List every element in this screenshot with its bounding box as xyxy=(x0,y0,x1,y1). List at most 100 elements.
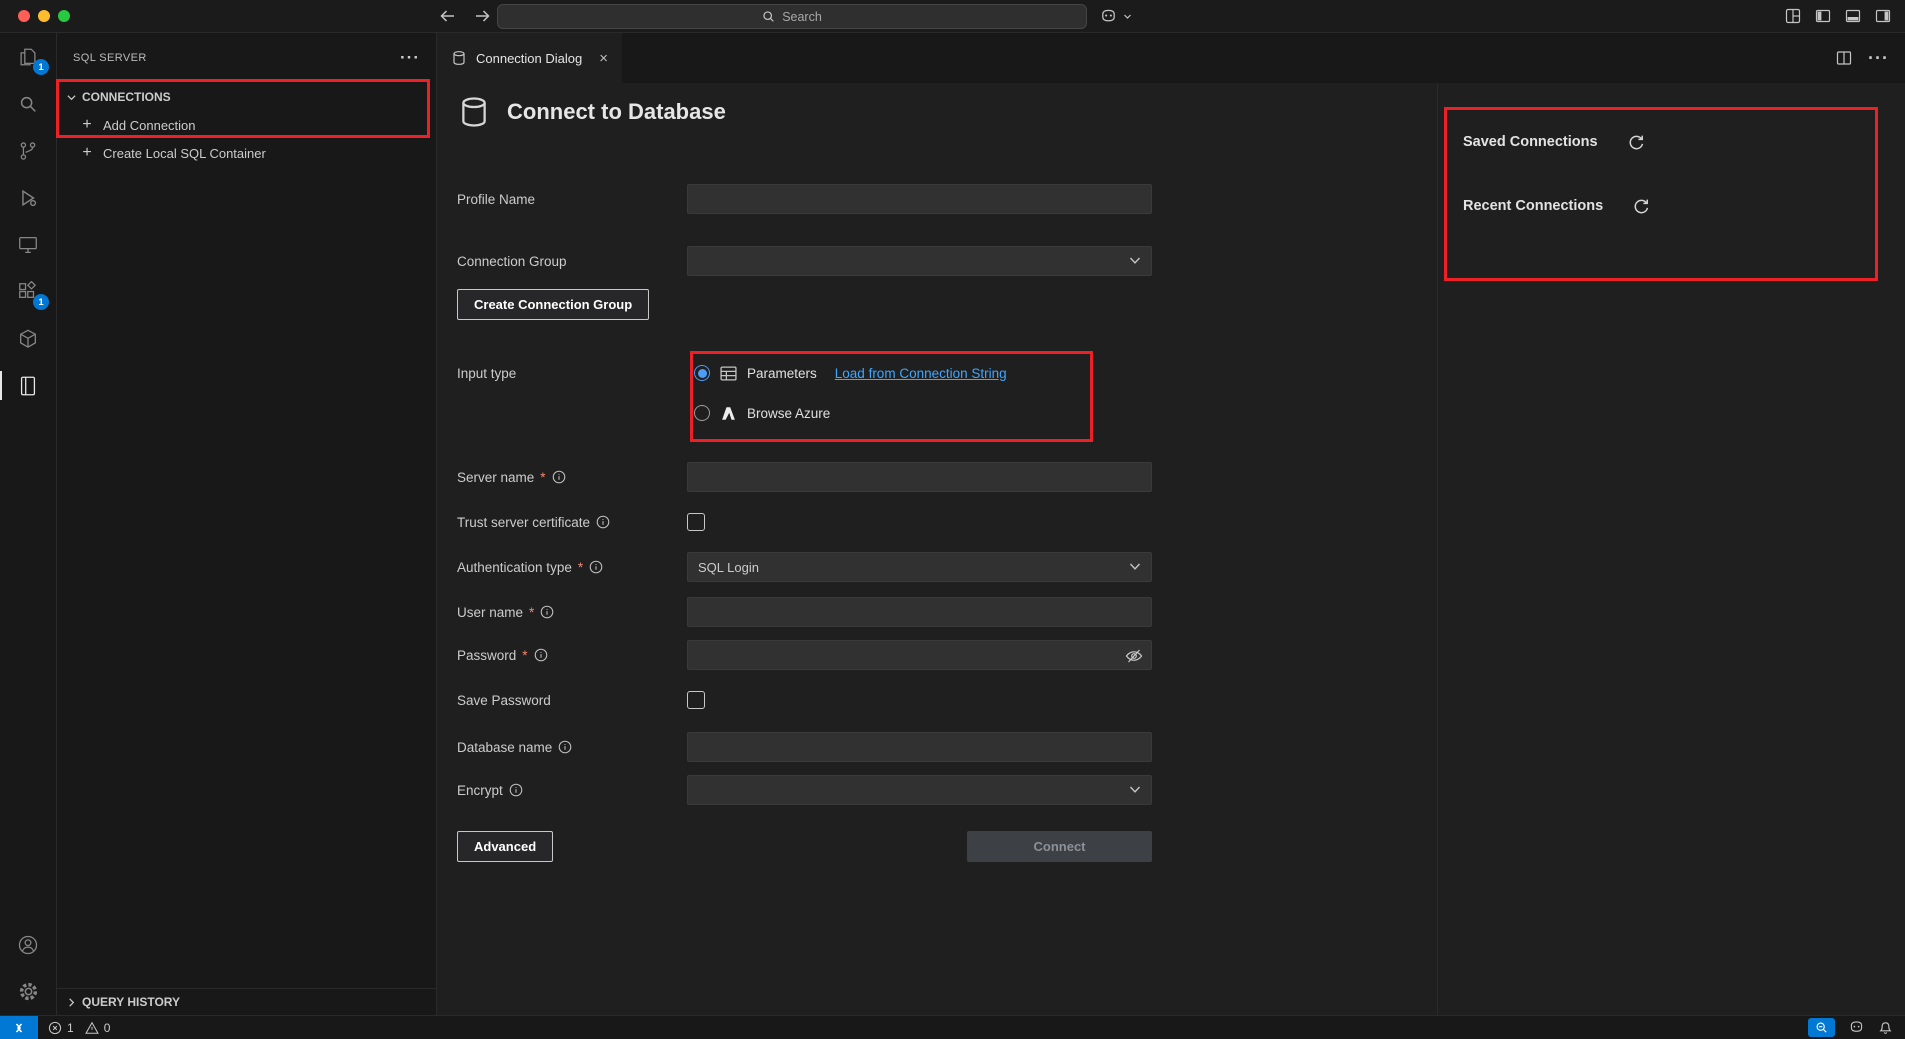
connect-button[interactable]: Connect xyxy=(967,831,1152,862)
parameters-radio-label: Parameters xyxy=(747,366,817,381)
accounts-button[interactable] xyxy=(0,921,56,968)
extensions-badge: 1 xyxy=(33,294,49,310)
info-icon[interactable] xyxy=(540,605,554,619)
chevron-down-icon xyxy=(1129,257,1141,265)
required-marker: * xyxy=(522,648,527,663)
load-from-connection-string-link[interactable]: Load from Connection String xyxy=(835,366,1007,381)
encrypt-select[interactable] xyxy=(687,775,1152,805)
sidebar-item-remote-explorer[interactable] xyxy=(0,221,56,268)
server-name-label: Server name xyxy=(457,470,534,485)
error-count: 1 xyxy=(67,1021,74,1035)
profile-name-input[interactable] xyxy=(687,184,1152,214)
info-icon[interactable] xyxy=(509,783,523,797)
recent-connections-title: Recent Connections xyxy=(1463,198,1603,214)
notifications-bell-icon[interactable] xyxy=(1878,1020,1893,1035)
info-icon[interactable] xyxy=(589,560,603,574)
tab-connection-dialog[interactable]: Connection Dialog × xyxy=(437,33,622,83)
query-history-section-header[interactable]: QUERY HISTORY xyxy=(57,988,436,1015)
chevron-down-icon xyxy=(1129,786,1141,794)
sidebar-item-containers[interactable] xyxy=(0,315,56,362)
copilot-status-icon[interactable] xyxy=(1848,1019,1865,1036)
database-name-input[interactable] xyxy=(687,732,1152,762)
sidebar-item-run-debug[interactable] xyxy=(0,174,56,221)
info-icon[interactable] xyxy=(552,470,566,484)
gear-icon xyxy=(17,980,40,1003)
maximize-window-button[interactable] xyxy=(58,10,70,22)
error-icon xyxy=(48,1021,62,1035)
source-control-icon xyxy=(17,140,39,162)
sidebar-more-actions[interactable]: ··· xyxy=(400,53,420,63)
parameters-radio[interactable] xyxy=(694,365,710,381)
add-connection-label: Add Connection xyxy=(103,118,196,133)
back-arrow-icon[interactable] xyxy=(438,8,456,24)
trust-server-certificate-checkbox[interactable] xyxy=(687,513,705,531)
copilot-menu[interactable] xyxy=(1099,0,1132,32)
zoom-icon xyxy=(1815,1021,1828,1034)
sidebar-item-extensions[interactable]: 1 xyxy=(0,268,56,315)
add-connection-item[interactable]: + Add Connection xyxy=(57,111,436,139)
package-icon xyxy=(17,328,39,350)
info-icon[interactable] xyxy=(558,740,572,754)
connections-section-header[interactable]: CONNECTIONS xyxy=(57,83,436,111)
required-marker: * xyxy=(578,560,583,575)
sidebar-title: SQL SERVER xyxy=(73,52,147,64)
create-local-sql-container-item[interactable]: + Create Local SQL Container xyxy=(57,139,436,167)
connections-section-label: CONNECTIONS xyxy=(82,90,171,104)
toggle-password-visibility-icon[interactable] xyxy=(1125,648,1143,664)
connection-group-select[interactable] xyxy=(687,246,1152,276)
close-window-button[interactable] xyxy=(18,10,30,22)
copilot-icon xyxy=(1099,7,1118,26)
advanced-button[interactable]: Advanced xyxy=(457,831,553,862)
zoom-indicator[interactable] xyxy=(1808,1018,1835,1037)
sql-server-sidebar: SQL SERVER ··· CONNECTIONS + Add Connect… xyxy=(57,33,437,1015)
split-editor-icon[interactable] xyxy=(1836,50,1852,66)
server-name-input[interactable] xyxy=(687,462,1152,492)
sidebar-item-search[interactable] xyxy=(0,80,56,127)
editor-area: Connection Dialog × ··· Connect to Datab… xyxy=(437,33,1905,1015)
user-name-input[interactable] xyxy=(687,597,1152,627)
tab-label: Connection Dialog xyxy=(476,51,582,66)
required-marker: * xyxy=(540,470,545,485)
close-tab-icon[interactable]: × xyxy=(599,51,608,66)
refresh-recent-connections-icon[interactable] xyxy=(1633,198,1650,215)
account-icon xyxy=(17,934,39,956)
command-center-search[interactable]: Search xyxy=(497,4,1087,29)
toggle-secondary-sidebar-icon[interactable] xyxy=(1875,8,1891,24)
info-icon[interactable] xyxy=(596,515,610,529)
toggle-primary-sidebar-icon[interactable] xyxy=(1815,8,1831,24)
connections-side-panel: Saved Connections Recent Connections xyxy=(1437,83,1905,1015)
remote-explorer-icon xyxy=(17,234,39,256)
authentication-type-label: Authentication type xyxy=(457,560,572,575)
sidebar-item-sql-server[interactable] xyxy=(0,362,56,409)
authentication-type-value: SQL Login xyxy=(698,560,759,575)
window-controls xyxy=(18,10,70,22)
database-name-label: Database name xyxy=(457,740,552,755)
minimize-window-button[interactable] xyxy=(38,10,50,22)
search-icon xyxy=(762,10,775,23)
warning-icon xyxy=(85,1021,99,1035)
authentication-type-select[interactable]: SQL Login xyxy=(687,552,1152,582)
editor-more-actions[interactable]: ··· xyxy=(1868,53,1889,63)
browse-azure-radio[interactable] xyxy=(694,405,710,421)
settings-button[interactable] xyxy=(0,968,56,1015)
customize-layout-icon[interactable] xyxy=(1785,8,1801,24)
password-label: Password xyxy=(457,648,516,663)
create-connection-group-button[interactable]: Create Connection Group xyxy=(457,289,649,320)
remote-indicator[interactable] xyxy=(0,1016,38,1039)
encrypt-label: Encrypt xyxy=(457,783,503,798)
input-type-label: Input type xyxy=(457,366,516,381)
query-history-label: QUERY HISTORY xyxy=(82,995,180,1009)
problems-indicator[interactable]: 1 0 xyxy=(48,1021,116,1035)
save-password-checkbox[interactable] xyxy=(687,691,705,709)
toggle-panel-icon[interactable] xyxy=(1845,8,1861,24)
activity-bar: 1 1 xyxy=(0,33,57,1015)
connection-dialog-content: Connect to Database Profile Name Connect… xyxy=(437,83,1905,1015)
info-icon[interactable] xyxy=(534,648,548,662)
sidebar-item-source-control[interactable] xyxy=(0,127,56,174)
forward-arrow-icon[interactable] xyxy=(474,8,492,24)
refresh-saved-connections-icon[interactable] xyxy=(1628,134,1645,151)
sidebar-item-explorer[interactable]: 1 xyxy=(0,33,56,80)
chevron-down-icon xyxy=(1129,563,1141,571)
password-input[interactable] xyxy=(688,641,1151,669)
connection-form: Connect to Database Profile Name Connect… xyxy=(457,83,1172,1015)
